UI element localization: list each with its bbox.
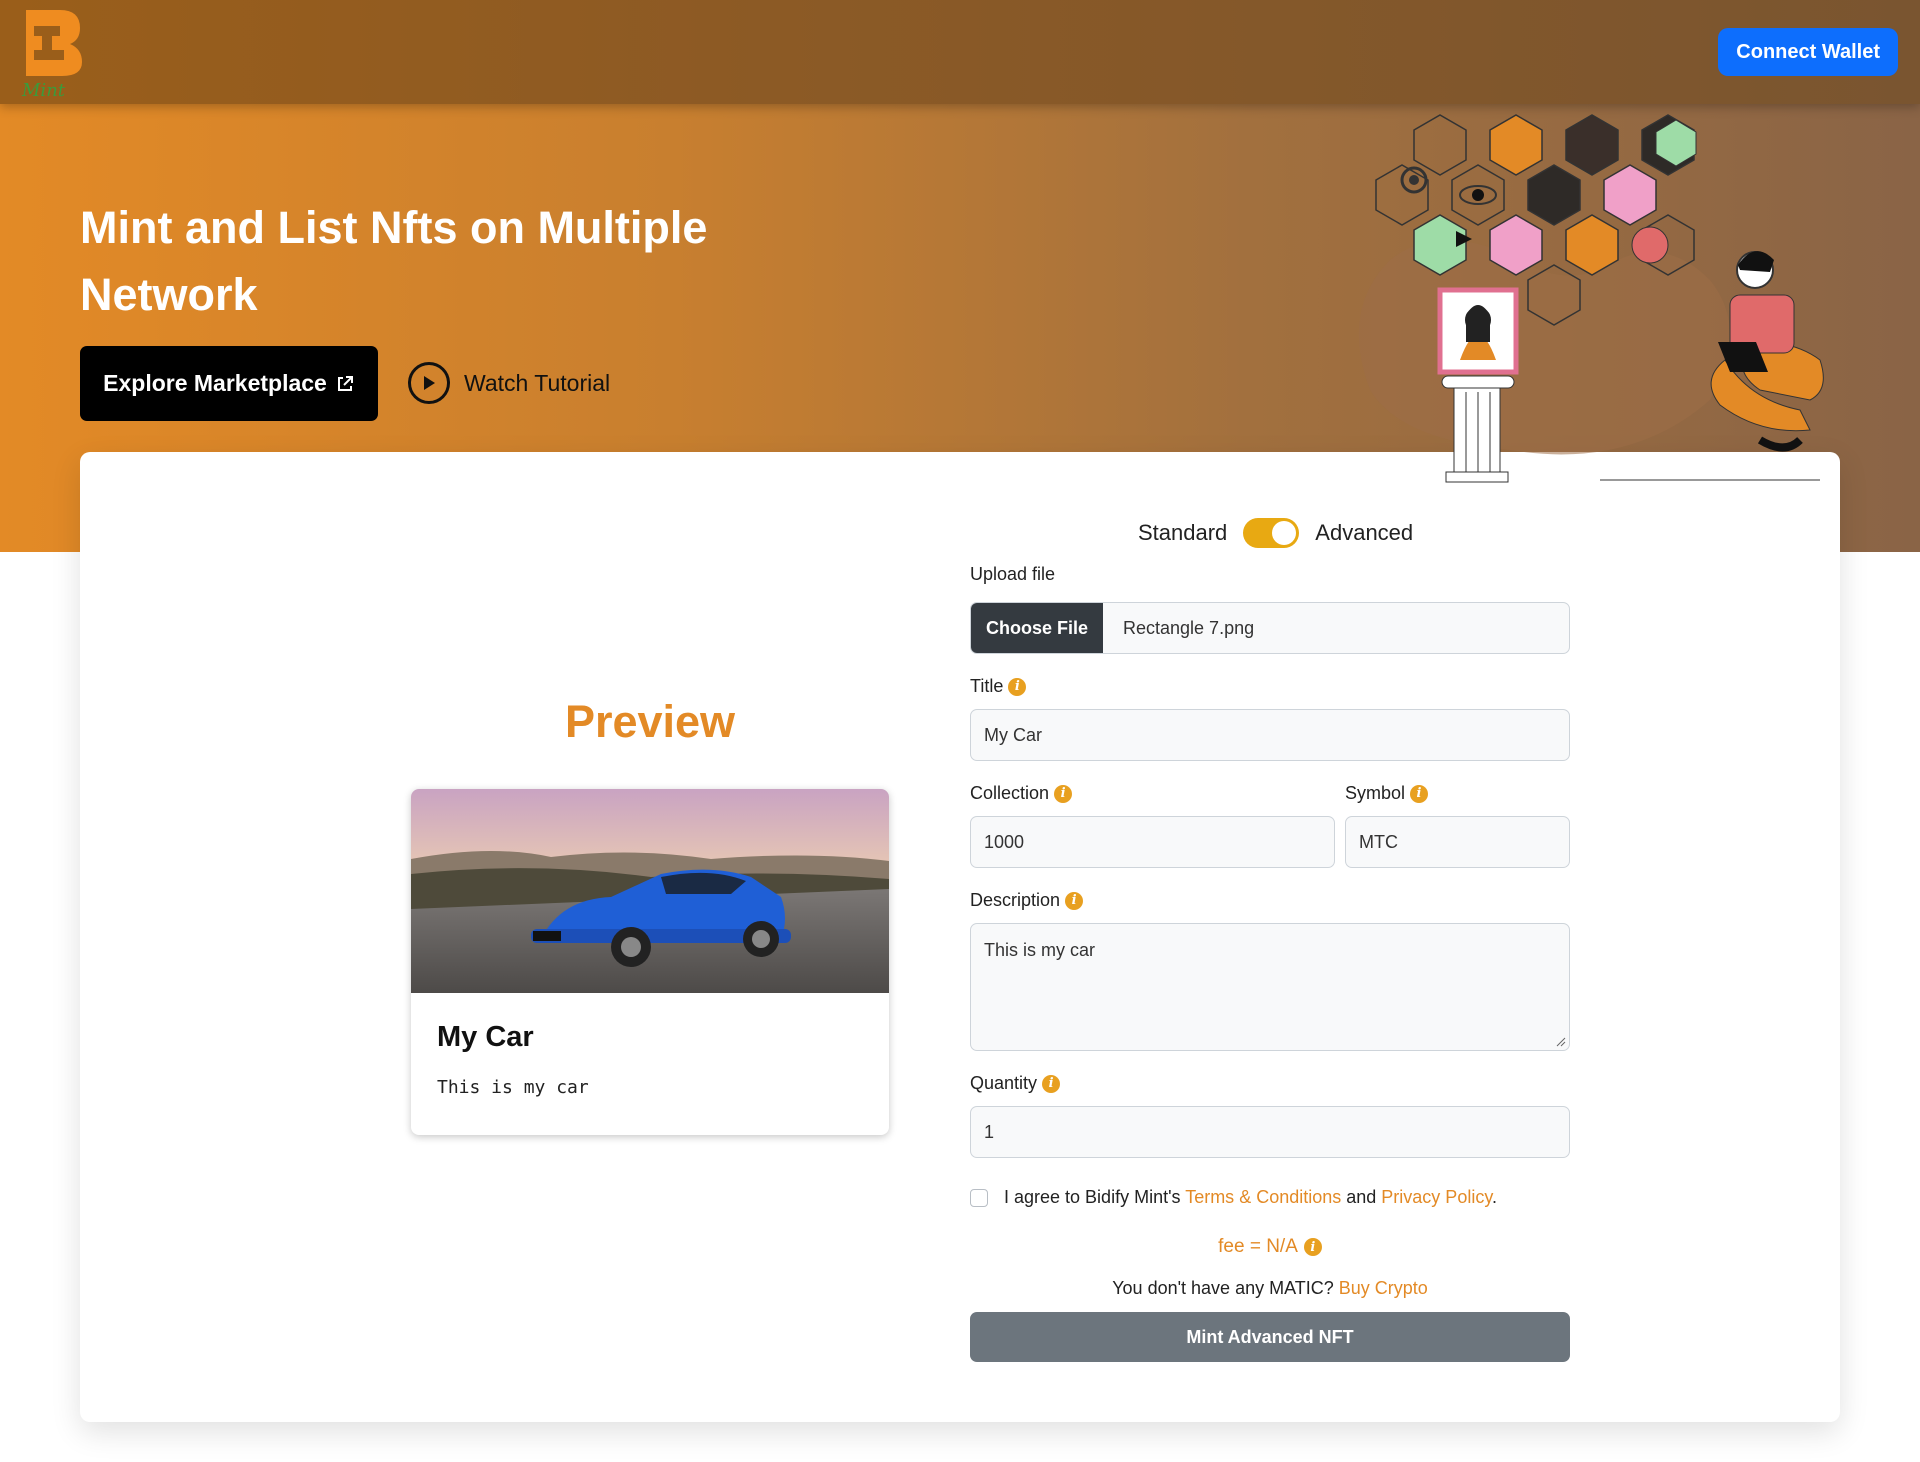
external-link-icon xyxy=(337,375,353,391)
collection-label: Collection i xyxy=(970,783,1073,804)
play-icon xyxy=(408,362,450,404)
quantity-label-text: Quantity xyxy=(970,1073,1038,1093)
choose-file-button[interactable]: Choose File xyxy=(971,603,1103,653)
fee-info-icon[interactable]: i xyxy=(1303,1238,1322,1256)
nft-preview-title: My Car xyxy=(437,1021,534,1053)
agree-prefix-text: I agree to Bidify Mint's xyxy=(1004,1187,1186,1207)
privacy-policy-link[interactable]: Privacy Policy xyxy=(1381,1187,1492,1207)
terms-agreement-text: I agree to Bidify Mint's Terms & Conditi… xyxy=(1004,1187,1497,1208)
quantity-input-value: 1 xyxy=(984,1121,995,1142)
title-label-text: Title xyxy=(970,676,1004,696)
description-label-text: Description xyxy=(970,890,1061,910)
collection-input-value: 1000 xyxy=(984,831,1025,852)
selected-file-name: Rectangle 7.png xyxy=(1123,617,1255,638)
title-input[interactable]: My Car xyxy=(970,709,1570,761)
nft-preview-description: This is my car xyxy=(437,1077,589,1098)
connect-wallet-button[interactable]: Connect Wallet xyxy=(1718,28,1898,76)
terms-conditions-link[interactable]: Terms & Conditions xyxy=(1185,1187,1341,1207)
no-matic-text: You don't have any MATIC? xyxy=(1112,1278,1339,1298)
collection-input[interactable]: 1000 xyxy=(970,816,1335,868)
nft-hexagon-illustration xyxy=(1358,114,1824,483)
agree-and-text: and xyxy=(1341,1187,1382,1207)
buy-crypto-link[interactable]: Buy Crypto xyxy=(1339,1278,1428,1298)
terms-checkbox[interactable] xyxy=(970,1188,988,1207)
mint-advanced-nft-button[interactable]: Mint Advanced NFT xyxy=(970,1312,1570,1362)
description-textarea-value: This is my car xyxy=(984,940,1096,960)
title-label: Title i xyxy=(970,676,1027,697)
title-info-icon[interactable]: i xyxy=(1008,677,1027,696)
collection-label-text: Collection xyxy=(970,783,1050,803)
mint-mode-toggle-row: Standard Advanced xyxy=(1138,518,1413,548)
standard-label: Standard xyxy=(1138,520,1228,545)
quantity-info-icon[interactable]: i xyxy=(1042,1074,1061,1093)
resize-handle-icon[interactable] xyxy=(1556,1037,1566,1047)
quantity-label: Quantity i xyxy=(970,1073,1061,1094)
upload-file-label: Upload file xyxy=(970,564,1055,585)
watch-tutorial-label: Watch Tutorial xyxy=(464,369,611,396)
symbol-label: Symbol i xyxy=(1345,783,1429,804)
agree-suffix-text: . xyxy=(1492,1187,1498,1207)
collection-info-icon[interactable]: i xyxy=(1054,784,1073,803)
bidify-mint-logo[interactable]: Mint xyxy=(20,4,86,100)
description-textarea[interactable]: This is my car xyxy=(970,923,1570,1051)
fee-text: fee = N/A xyxy=(1218,1236,1298,1257)
title-input-value: My Car xyxy=(984,724,1042,745)
explore-marketplace-button[interactable]: Explore Marketplace xyxy=(80,346,378,421)
switch-knob xyxy=(1272,521,1297,545)
symbol-info-icon[interactable]: i xyxy=(1410,784,1429,803)
top-navbar: Mint Connect Wallet xyxy=(0,0,1920,104)
explore-marketplace-label: Explore Marketplace xyxy=(103,370,327,396)
nft-preview-card: My Car This is my car xyxy=(411,789,889,1135)
hero-title: Mint and List Nfts on Multiple Network xyxy=(80,202,708,320)
buy-crypto-row: You don't have any MATIC? Buy Crypto xyxy=(970,1278,1570,1299)
svg-text:Mint: Mint xyxy=(21,80,66,100)
description-info-icon[interactable]: i xyxy=(1065,891,1084,910)
symbol-input-value: MTC xyxy=(1359,831,1398,852)
terms-agreement-row: I agree to Bidify Mint's Terms & Conditi… xyxy=(970,1187,1497,1208)
description-label: Description i xyxy=(970,890,1084,911)
symbol-label-text: Symbol xyxy=(1345,783,1406,803)
upload-file-label-text: Upload file xyxy=(970,564,1056,584)
file-upload-input[interactable]: Choose File Rectangle 7.png xyxy=(970,602,1570,654)
quantity-input[interactable]: 1 xyxy=(970,1106,1570,1158)
advanced-label: Advanced xyxy=(1315,520,1414,545)
symbol-input[interactable]: MTC xyxy=(1345,816,1570,868)
fee-display: fee = N/A i xyxy=(970,1236,1570,1258)
watch-tutorial-link[interactable]: Watch Tutorial xyxy=(408,358,610,408)
mint-card: Preview My Car This is my car Standard A… xyxy=(80,452,1840,1422)
mint-mode-switch[interactable] xyxy=(1243,518,1300,548)
nft-preview-image xyxy=(411,789,889,993)
